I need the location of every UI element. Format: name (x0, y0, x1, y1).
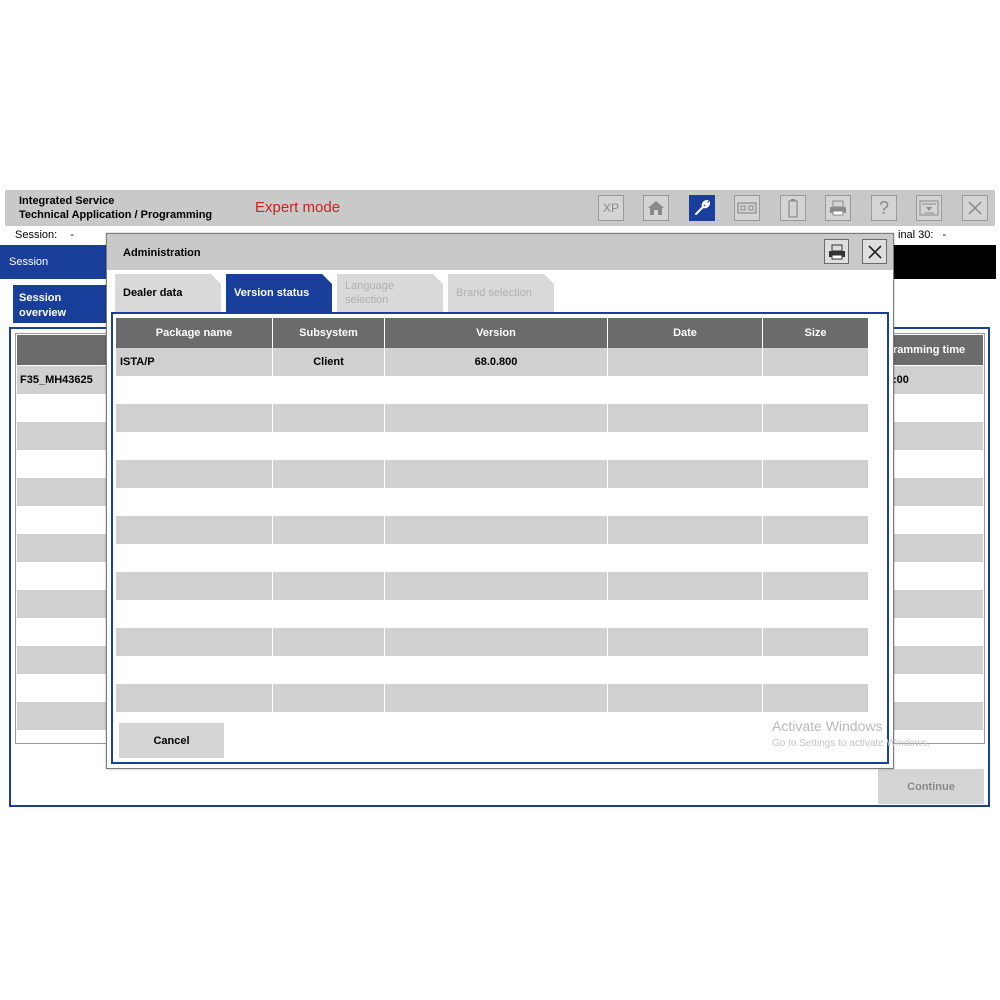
terminal-value: - (942, 229, 947, 241)
table-row (116, 376, 868, 404)
time-cell: :00 (893, 374, 909, 386)
table-row (116, 544, 868, 572)
table-row (116, 600, 868, 628)
xp-button[interactable]: XP (598, 195, 624, 221)
column-header[interactable]: Size (763, 318, 868, 348)
download-icon (919, 200, 939, 216)
tab-dealer-data[interactable]: Dealer data (115, 274, 221, 312)
terminal-label: inal 30: (898, 229, 934, 241)
tab-label: Brand selection (456, 287, 532, 299)
dialog-close-button[interactable] (862, 239, 887, 264)
tab-language-selection[interactable]: Language selection (337, 274, 443, 312)
wrench-icon (695, 199, 711, 215)
programming-time-header: ramming time (893, 344, 966, 356)
print-button[interactable] (825, 195, 851, 221)
terminal-status: inal 30: - (898, 229, 946, 241)
activate-windows-hint: Go to Settings to activate Windows. (772, 738, 930, 749)
column-header[interactable]: Version (385, 318, 608, 348)
table-row (116, 572, 868, 600)
tab-version-status[interactable]: Version status (226, 274, 332, 312)
service-button[interactable] (689, 195, 715, 221)
version-table-header: Package name Subsystem Version Date Size (116, 318, 868, 348)
close-icon (867, 244, 882, 259)
home-button[interactable] (643, 195, 669, 221)
table-row (116, 432, 868, 460)
tab-label: Language selection (345, 280, 394, 306)
minimize-button[interactable] (916, 195, 942, 221)
subsystem-cell: Client (273, 348, 385, 376)
column-header[interactable]: Subsystem (273, 318, 385, 348)
close-icon (968, 201, 982, 215)
table-row (116, 488, 868, 516)
date-cell (608, 348, 763, 376)
measure-button[interactable] (734, 195, 760, 221)
title-bar: Integrated Service Technical Application… (5, 190, 995, 226)
session-label: Session: (15, 229, 58, 241)
column-header[interactable]: Date (608, 318, 763, 348)
app-title-line1: Integrated Service (19, 195, 115, 207)
home-icon (648, 201, 664, 215)
app-title-line2: Technical Application / Programming (19, 209, 213, 221)
continue-button[interactable]: Continue (878, 769, 984, 804)
dialog-header: Administration (107, 234, 893, 270)
table-row (116, 656, 868, 684)
help-button[interactable]: ? (871, 195, 897, 221)
vehicle-cell: F35_MH43625 (20, 374, 93, 386)
table-row (116, 628, 868, 656)
expert-mode-label: Expert mode (255, 199, 341, 216)
printer-icon (828, 244, 845, 259)
xp-label: XP (602, 201, 619, 215)
printer-icon (830, 200, 846, 216)
activate-windows-watermark: Activate Windows (772, 718, 883, 734)
package-name-cell: ISTA/P (116, 348, 273, 376)
session-overview-line1: Session (19, 292, 62, 304)
administration-dialog: Administration Dealer data Version statu… (106, 233, 894, 769)
nav-bar-end (893, 245, 996, 279)
table-row (116, 684, 868, 712)
session-overview-tab[interactable]: Session overview (13, 285, 109, 323)
session-status: Session: - (15, 229, 74, 241)
battery-icon (788, 199, 798, 218)
dialog-title: Administration (123, 247, 201, 259)
table-row (116, 404, 868, 432)
tab-label: Dealer data (123, 287, 183, 299)
size-cell (763, 348, 868, 376)
battery-switch-icon (737, 202, 757, 214)
table-row[interactable]: ISTA/P Client 68.0.800 (116, 348, 868, 376)
session-overview-line2: overview (19, 307, 67, 319)
app-title: Integrated Service Technical Application… (19, 194, 212, 222)
session-value: - (70, 229, 74, 241)
table-row (116, 460, 868, 488)
version-cell: 68.0.800 (385, 348, 608, 376)
table-row (116, 516, 868, 544)
battery-button[interactable] (780, 195, 806, 221)
session-nav[interactable]: Session (0, 245, 110, 279)
dialog-print-button[interactable] (824, 239, 849, 264)
tab-label: Version status (234, 287, 310, 299)
column-header[interactable]: Package name (116, 318, 273, 348)
help-icon: ? (878, 197, 889, 218)
cancel-button[interactable]: Cancel (119, 723, 224, 758)
tab-brand-selection[interactable]: Brand selection (448, 274, 554, 312)
exit-button[interactable] (962, 195, 988, 221)
